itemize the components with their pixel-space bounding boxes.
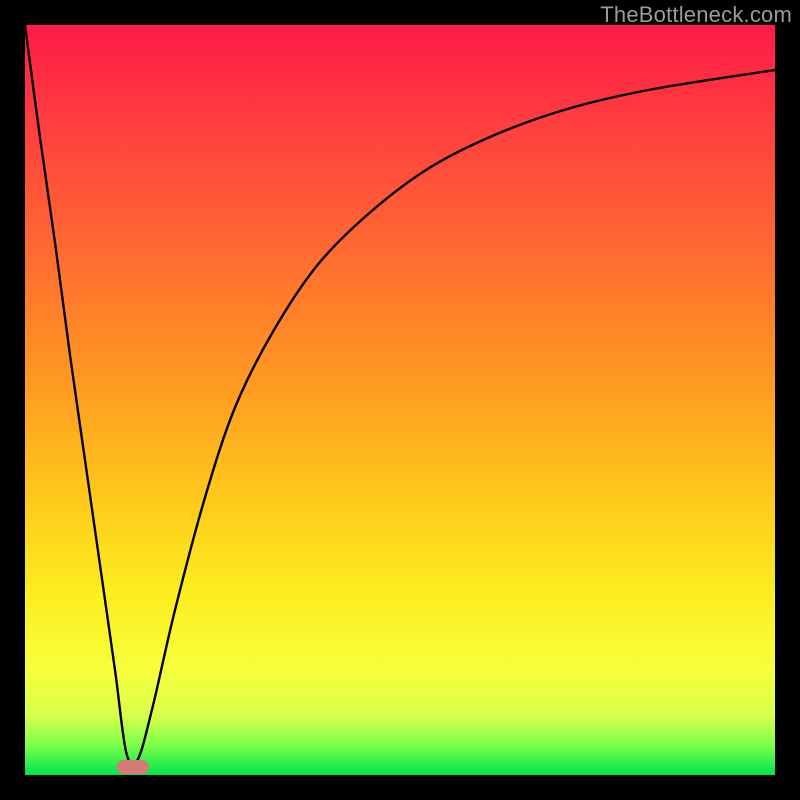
plot-area bbox=[25, 25, 775, 775]
optimal-zone-marker bbox=[117, 760, 149, 774]
bottleneck-curve bbox=[25, 25, 775, 775]
chart-frame: TheBottleneck.com bbox=[0, 0, 800, 800]
